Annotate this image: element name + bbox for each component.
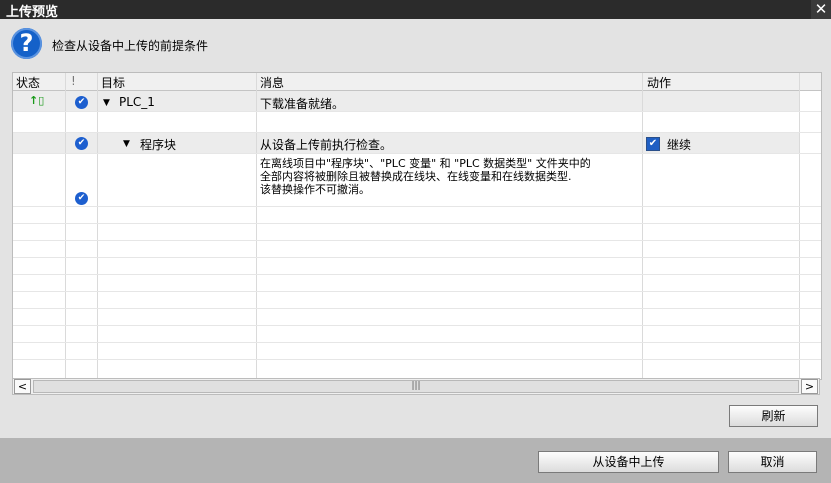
expand-triangle-icon[interactable]: ▼ <box>103 98 110 108</box>
footer-bar: 从设备中上传 取消 <box>0 438 831 483</box>
expand-triangle-icon[interactable]: ▼ <box>123 139 130 149</box>
header-excl[interactable]: ! <box>71 74 76 88</box>
header-message[interactable]: 消息 <box>260 74 284 91</box>
message-line: 全部内容将被删除且被替换成在线块、在线变量和在线数据类型. <box>260 170 572 183</box>
target-program-blocks: 程序块 <box>140 138 177 152</box>
continue-label: 继续 <box>667 138 692 152</box>
header-target[interactable]: 目标 <box>101 74 125 91</box>
target-plc: PLC_1 <box>119 95 155 109</box>
question-icon: ? <box>11 28 42 59</box>
message-row3: 在离线项目中"程序块"、"PLC 变量" 和 "PLC 数据类型" 文件夹中的 … <box>260 157 591 196</box>
horizontal-scrollbar[interactable]: < ||| > <box>12 378 820 395</box>
table-header: 状态 ! 目标 消息 动作 <box>13 73 821 91</box>
message-row1: 下载准备就绪。 <box>260 97 345 111</box>
prompt-text: 检查从设备中上传的前提条件 <box>52 39 209 53</box>
scroll-left-icon[interactable]: < <box>14 379 31 394</box>
header-action[interactable]: 动作 <box>647 74 671 91</box>
upload-status-icon: ↑▯ <box>29 94 45 107</box>
dialog-title: 上传预览 <box>6 5 59 20</box>
upload-from-device-button[interactable]: 从设备中上传 <box>538 451 719 473</box>
title-bar: 上传预览 ✕ <box>0 0 831 20</box>
ok-check-icon: ✔ <box>75 137 88 150</box>
message-row2: 从设备上传前执行检查。 <box>260 138 393 152</box>
preview-table: 状态 ! 目标 消息 动作 ↑▯ ✔ ▼ PLC_1 下载准备就绪。 ✔ ▼ 程… <box>12 72 822 380</box>
scroll-thumb[interactable]: ||| <box>33 380 799 393</box>
cancel-button[interactable]: 取消 <box>728 451 817 473</box>
ok-check-icon: ✔ <box>75 96 88 109</box>
upload-preview-dialog: 上传预览 ✕ ? 检查从设备中上传的前提条件 状态 ! 目标 消息 动作 ↑▯ … <box>0 0 831 483</box>
refresh-button[interactable]: 刷新 <box>729 405 818 427</box>
ok-check-icon: ✔ <box>75 192 88 205</box>
continue-checkbox[interactable]: ✔ <box>646 137 660 151</box>
scroll-right-icon[interactable]: > <box>801 379 818 394</box>
header-status[interactable]: 状态 <box>16 74 40 91</box>
close-icon[interactable]: ✕ <box>811 0 831 19</box>
message-line: 在离线项目中"程序块"、"PLC 变量" 和 "PLC 数据类型" 文件夹中的 <box>260 157 591 170</box>
message-line: 该替换操作不可撤消。 <box>260 183 370 196</box>
